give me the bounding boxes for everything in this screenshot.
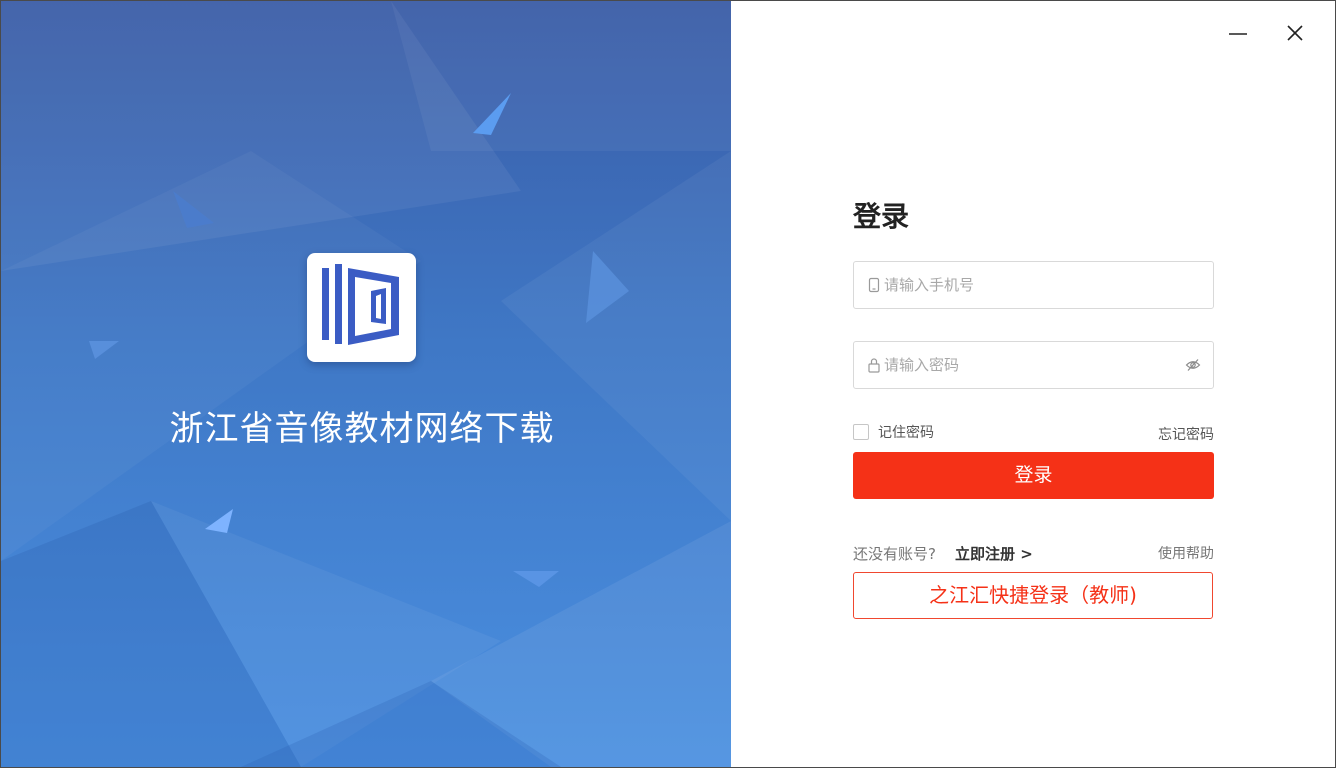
logo-icon xyxy=(322,264,399,345)
phone-icon xyxy=(868,277,880,293)
eye-hidden-icon[interactable] xyxy=(1185,357,1201,373)
password-input[interactable] xyxy=(884,342,1174,388)
remember-password[interactable]: 记住密码 xyxy=(853,423,934,441)
close-icon xyxy=(1287,25,1303,41)
teacher-quick-login-button[interactable]: 之江汇快捷登录（教师) xyxy=(853,572,1213,619)
close-button[interactable] xyxy=(1280,19,1310,49)
register-link[interactable]: 立即注册 > xyxy=(955,543,1033,564)
password-field[interactable] xyxy=(853,341,1214,389)
hero-background xyxy=(1,1,731,767)
forgot-password-link[interactable]: 忘记密码 xyxy=(1158,424,1214,444)
help-link[interactable]: 使用帮助 xyxy=(1158,543,1214,563)
login-window: 浙江省音像教材网络下载 登录 请输入手机号 记住密码 忘记密码 登录 还没有账号… xyxy=(0,0,1336,768)
no-account-text: 还没有账号? xyxy=(853,545,936,563)
hero-panel: 浙江省音像教材网络下载 xyxy=(1,1,731,767)
app-logo xyxy=(307,253,416,362)
remember-checkbox[interactable] xyxy=(853,424,869,440)
lock-icon xyxy=(868,358,880,373)
minimize-icon xyxy=(1229,33,1247,35)
phone-field[interactable] xyxy=(853,261,1214,309)
minimize-button[interactable] xyxy=(1223,19,1253,49)
phone-input[interactable] xyxy=(884,262,1174,308)
remember-label: 记住密码 xyxy=(878,425,934,441)
login-title: 登录 xyxy=(853,200,910,233)
app-title: 浙江省音像教材网络下载 xyxy=(169,409,555,449)
login-button[interactable]: 登录 xyxy=(853,452,1214,499)
